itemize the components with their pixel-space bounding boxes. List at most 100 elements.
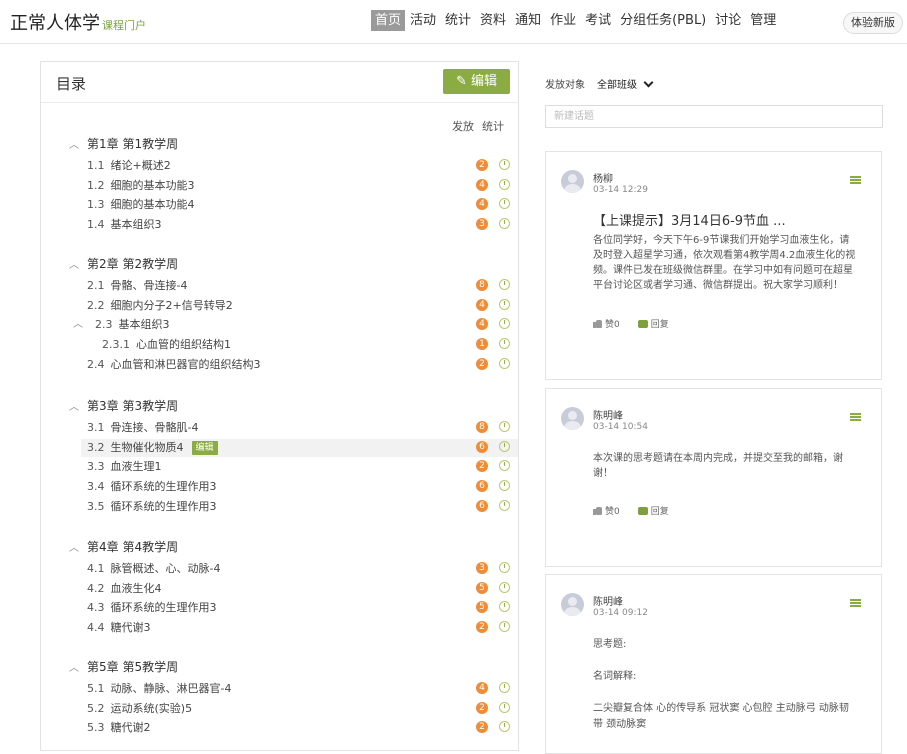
lesson-title: 心血管和淋巴器官的组织结构3	[110, 357, 261, 371]
lesson-row[interactable]: 1.2细胞的基本功能3410%	[81, 177, 518, 195]
lesson-row[interactable]: 2.1 骨骼、骨连接-4 8	[81, 277, 518, 295]
post-body-line: 本次课的思考题请在本周内完成，并提交至我的邮箱，谢	[593, 453, 843, 464]
nav-item-2[interactable]: 统计	[441, 10, 475, 31]
lesson-row[interactable]: 3.5 循环系统的生理作用3 6	[81, 498, 518, 516]
nav-item-5[interactable]: 作业	[546, 10, 580, 31]
post-body-line: 各位同学好，今天下午6-9节课我们开始学习血液生化，请	[593, 235, 850, 246]
menu-icon[interactable]	[850, 176, 861, 184]
lesson-row[interactable]: 5.1 动脉、静脉、淋巴器官-4 4	[81, 680, 518, 698]
nav-item-6[interactable]: 考试	[581, 10, 615, 31]
lesson-row[interactable]: 3.1 骨连接、骨骼肌-4 8	[81, 419, 518, 437]
publish-count-badge: 4	[476, 682, 488, 694]
lesson-row[interactable]: 4.2血液生化457%	[81, 580, 518, 598]
chevron-up-icon[interactable]: ︿	[69, 138, 81, 154]
nav-item-7[interactable]: 分组任务(PBL)	[616, 10, 710, 31]
clock-icon[interactable]	[499, 562, 510, 573]
chapter-5[interactable]: ︿ 第5章 第5教学周	[69, 659, 178, 675]
nav-item-0[interactable]: 首页	[371, 10, 406, 31]
edit-catalog-button[interactable]: ✎ 编辑	[443, 69, 510, 94]
chevron-up-icon[interactable]: ︿	[69, 541, 81, 557]
chevron-up-icon[interactable]: ︿	[69, 258, 81, 274]
lesson-row[interactable]: 5.2 运动系统(实验)5 2	[81, 700, 518, 718]
lesson-title: 动脉、静脉、淋巴器官-4	[110, 682, 232, 695]
clock-icon[interactable]	[499, 298, 510, 310]
nav-item-4[interactable]: 通知	[511, 10, 545, 31]
trial-new-version-button[interactable]: 体验新版	[843, 12, 903, 34]
target-selector[interactable]: 发放对象 全部班级	[545, 76, 654, 91]
lesson-row[interactable]: 1.4基本组织332%	[81, 216, 518, 234]
like-button[interactable]: 赞0	[593, 504, 620, 517]
nav-item-3[interactable]: 资料	[476, 10, 510, 31]
clock-icon[interactable]	[499, 279, 510, 290]
clock-icon[interactable]	[499, 701, 510, 713]
clock-icon[interactable]	[499, 499, 510, 511]
lesson-row[interactable]: 3.4 循环系统的生理作用3 6	[81, 478, 518, 496]
lesson-row[interactable]: 3.2生物催化物质4编辑64%	[81, 438, 518, 457]
chevron-up-icon[interactable]: ︿	[69, 400, 81, 416]
lesson-row[interactable]: ︿2.3基本组织341%	[73, 316, 518, 334]
clock-icon[interactable]	[499, 357, 510, 369]
chapter-4[interactable]: ︿ 第4章 第4教学周	[69, 539, 178, 555]
post-title[interactable]: 【上课提示】3月14日6-9节血 ...	[593, 210, 786, 229]
clock-icon[interactable]	[499, 198, 510, 210]
lesson-row[interactable]: 2.3.1 心血管的组织结构1 1	[81, 336, 518, 354]
lesson-row[interactable]: 1.1绪论+概述225%	[81, 157, 518, 175]
lesson-title: 细胞的基本功能4	[110, 198, 195, 212]
nav-item-1[interactable]: 活动	[406, 10, 440, 31]
post-author[interactable]: 杨柳	[593, 170, 613, 185]
chevron-up-icon[interactable]: ︿	[69, 661, 81, 677]
discussion-post[interactable]: 陈明峰 03-14 09:12 思考题: 名词解释: 二尖瓣复合体 心的传导系 冠状窦 …	[545, 574, 882, 754]
post-time: 03-14 12:29	[593, 185, 648, 195]
clock-icon[interactable]	[499, 318, 510, 330]
lesson-row[interactable]: 2.4 心血管和淋巴器官的组织结构3 2	[81, 356, 518, 374]
chapter-2[interactable]: ︿ 第2章 第2教学周	[69, 256, 178, 272]
post-body-line	[593, 653, 868, 669]
post-body: 本次课的思考题请在本周内完成，并提交至我的邮箱，谢 谢！	[593, 451, 868, 481]
clock-icon[interactable]	[499, 601, 510, 613]
lesson-row[interactable]: 1.3细胞的基本功能446%	[81, 196, 518, 214]
target-label: 发放对象	[545, 80, 585, 91]
edit-badge[interactable]: 编辑	[191, 440, 218, 455]
clock-icon[interactable]	[499, 621, 510, 633]
clock-icon[interactable]	[499, 218, 510, 230]
post-author[interactable]: 陈明峰	[593, 407, 623, 422]
lesson-title: 心血管的组织结构1	[136, 338, 231, 352]
nav-item-9[interactable]: 管理	[746, 10, 780, 31]
clock-icon[interactable]	[499, 178, 510, 190]
reply-button[interactable]: 回复	[637, 502, 669, 517]
lesson-row[interactable]: 5.3 糖代谢2 2	[81, 719, 518, 737]
clock-icon[interactable]	[499, 338, 510, 350]
post-author[interactable]: 陈明峰	[593, 593, 623, 608]
lesson-number: 2.4	[87, 357, 105, 371]
clock-icon[interactable]	[499, 581, 510, 593]
clock-icon[interactable]	[499, 721, 510, 733]
nav-item-8[interactable]: 讨论	[711, 10, 745, 31]
clock-icon[interactable]	[499, 460, 510, 472]
lesson-row[interactable]: 3.3血液生理123%	[81, 458, 518, 476]
new-topic-input[interactable]: 新建话题	[545, 105, 883, 128]
post-body-line: 带 颈动脉窦	[593, 719, 647, 730]
course-brand[interactable]: 正常人体学 课程门户	[10, 9, 146, 35]
discussion-post[interactable]: 陈明峰 03-14 10:54 本次课的思考题请在本周内完成，并提交至我的邮箱，谢谢…	[545, 388, 882, 567]
chapter-1[interactable]: ︿ 第1章 第1教学周	[69, 136, 178, 152]
reply-button[interactable]: 回复	[637, 315, 669, 330]
discussion-post[interactable]: 杨柳 03-14 12:29 【上课提示】3月14日6-9节血 ... 各位同学好，今…	[545, 151, 882, 380]
lesson-row[interactable]: 4.4糖代谢321%	[81, 619, 518, 637]
clock-icon[interactable]	[499, 480, 510, 492]
lesson-row[interactable]: 4.3循环系统的生理作用352%	[81, 599, 518, 617]
like-count: 赞0	[605, 507, 620, 517]
lesson-row[interactable]: 4.1脉管概述、心、动脉-4392%	[81, 560, 518, 578]
chevron-up-icon[interactable]: ︿	[73, 316, 83, 334]
like-button[interactable]: 赞0	[593, 317, 620, 330]
clock-icon[interactable]	[499, 421, 510, 432]
chapter-3[interactable]: ︿ 第3章 第3教学周	[69, 398, 178, 414]
lesson-number: 2.1	[87, 279, 105, 292]
clock-icon[interactable]	[499, 440, 510, 452]
lesson-row[interactable]: 2.2细胞内分子2+信号转导242%	[81, 297, 518, 315]
menu-icon[interactable]	[850, 413, 861, 421]
menu-icon[interactable]	[850, 599, 861, 607]
edit-label: 编辑	[470, 74, 497, 89]
clock-icon[interactable]	[499, 159, 510, 170]
publish-count-badge: 1	[476, 338, 488, 351]
clock-icon[interactable]	[499, 682, 510, 693]
